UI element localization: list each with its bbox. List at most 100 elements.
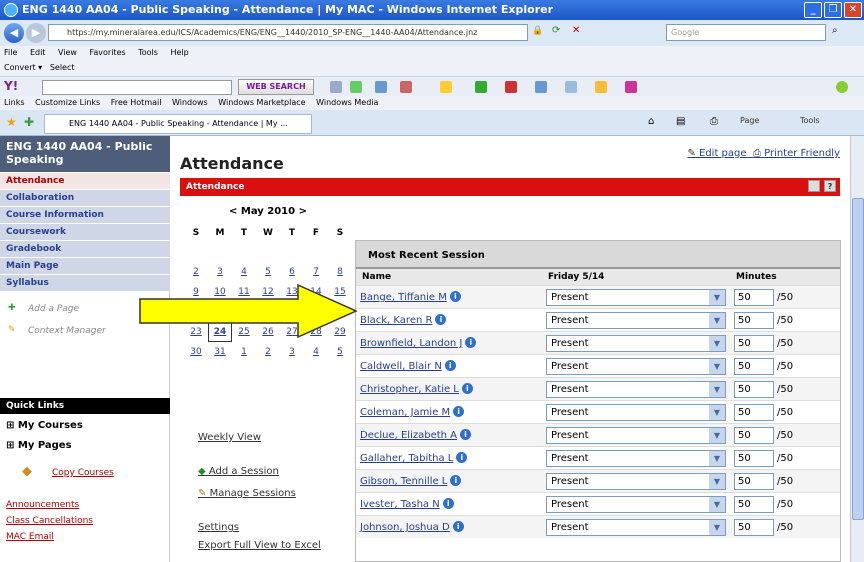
sidebar-item-coursework[interactable]: Coursework <box>0 223 170 240</box>
close-icon[interactable]: ✕ <box>844 2 862 18</box>
menu-help[interactable]: Help <box>170 48 188 57</box>
toolbar-icon[interactable] <box>565 81 577 93</box>
my-courses-item[interactable]: ⊞ My Courses <box>6 420 83 431</box>
toolbar-icon[interactable] <box>400 81 412 93</box>
edit-page-link[interactable]: Edit page <box>699 148 747 159</box>
toolbar-icon[interactable] <box>505 81 517 93</box>
info-icon[interactable]: i <box>465 337 477 348</box>
manage-sessions-link[interactable]: ✎ Manage Sessions <box>198 488 296 499</box>
add-favorite-icon[interactable]: ✚ <box>24 115 34 129</box>
back-arrow-icon[interactable]: ◀ <box>4 23 24 43</box>
convert-button[interactable]: Convert <box>4 63 36 72</box>
favorites-star-icon[interactable]: ★ <box>6 115 17 129</box>
attendance-status-select[interactable]: Present ▼ <box>546 358 726 375</box>
chevron-down-icon[interactable]: ▼ <box>709 336 725 351</box>
info-icon[interactable]: i <box>453 406 465 417</box>
export-excel-link[interactable]: Export Full View to Excel <box>198 540 321 551</box>
minutes-input[interactable]: 50 <box>734 473 774 490</box>
info-icon[interactable]: i <box>452 521 464 532</box>
expand-icon[interactable]: ⊞ <box>6 440 14 451</box>
attendance-status-select[interactable]: Present ▼ <box>546 312 726 329</box>
calendar-day[interactable]: 7 <box>304 262 328 282</box>
web-search-button[interactable]: WEB SEARCH <box>238 79 314 95</box>
minutes-input[interactable]: 50 <box>734 312 774 329</box>
toolbar-icon[interactable] <box>330 81 342 93</box>
student-name-link[interactable]: Christopher, Katie Li <box>360 383 473 395</box>
student-name-link[interactable]: Black, Karen Ri <box>360 314 447 326</box>
home-icon[interactable]: ⌂ <box>648 116 654 127</box>
link-customize[interactable]: Customize Links <box>35 98 100 107</box>
attendance-status-select[interactable]: Present ▼ <box>546 496 726 513</box>
student-name-link[interactable]: Ivester, Tasha Ni <box>360 498 454 510</box>
context-manager-link[interactable]: ✎ Context Manager <box>8 325 106 336</box>
student-name-link[interactable]: Bange, Tiffanie Mi <box>360 291 461 303</box>
calendar-day[interactable]: 2 <box>256 342 280 362</box>
link-windows[interactable]: Windows <box>172 98 208 107</box>
mac-email-link[interactable]: MAC Email <box>6 532 54 542</box>
attendance-status-select[interactable]: Present ▼ <box>546 427 726 444</box>
course-title[interactable]: ENG 1440 AA04 - Public Speaking <box>0 136 170 172</box>
my-pages-item[interactable]: ⊞ My Pages <box>6 440 72 451</box>
help-icon[interactable]: ? <box>824 180 836 192</box>
info-icon[interactable]: i <box>461 383 473 394</box>
link-windows-media[interactable]: Windows Media <box>316 98 378 107</box>
chevron-down-icon[interactable]: ▼ <box>709 382 725 397</box>
copy-courses-link[interactable]: Copy Courses <box>52 468 114 478</box>
menu-tools[interactable]: Tools <box>138 48 158 57</box>
search-input[interactable]: Google <box>666 24 826 41</box>
tools-menu[interactable]: Tools <box>800 116 820 125</box>
link-hotmail[interactable]: Free Hotmail <box>111 98 162 107</box>
toolbar-icon[interactable] <box>836 81 848 93</box>
minimize-icon[interactable]: _ <box>804 2 822 18</box>
minutes-input[interactable]: 50 <box>734 404 774 421</box>
page-menu[interactable]: Page <box>740 116 759 125</box>
calendar-month-nav[interactable]: < May 2010 > <box>184 206 352 224</box>
info-icon[interactable]: i <box>435 314 447 325</box>
class-cancellations-link[interactable]: Class Cancellations <box>6 516 93 526</box>
print-icon[interactable]: ⎙ <box>710 116 718 127</box>
info-icon[interactable]: i <box>442 498 454 509</box>
calendar-day[interactable]: 31 <box>208 342 232 362</box>
browser-tab[interactable]: ENG 1440 AA04 - Public Speaking - Attend… <box>44 114 312 134</box>
sidebar-item-attendance[interactable]: Attendance <box>0 172 170 189</box>
chevron-down-icon[interactable]: ▼ <box>709 451 725 466</box>
announcements-link[interactable]: Announcements <box>6 500 79 510</box>
yahoo-logo-icon[interactable]: Y! <box>4 79 18 93</box>
attendance-status-select[interactable]: Present ▼ <box>546 450 726 467</box>
menu-view[interactable]: View <box>58 48 77 57</box>
sidebar-item-course-information[interactable]: Course Information <box>0 206 170 223</box>
mail-icon[interactable] <box>375 81 387 93</box>
maximize-icon[interactable]: ❐ <box>824 2 842 18</box>
calendar-day[interactable]: 6 <box>280 262 304 282</box>
attendance-status-select[interactable]: Present ▼ <box>546 381 726 398</box>
toolbar-icon[interactable] <box>595 81 607 93</box>
weekly-view-link[interactable]: Weekly View <box>198 432 261 443</box>
calendar-day[interactable]: 4 <box>304 342 328 362</box>
add-page-link[interactable]: ✚ Add a Page <box>8 303 79 314</box>
stop-icon[interactable]: ✕ <box>572 25 580 36</box>
sidebar-item-gradebook[interactable]: Gradebook <box>0 240 170 257</box>
calendar-day[interactable]: 5 <box>256 262 280 282</box>
toolbar-icon[interactable] <box>625 81 637 93</box>
sidebar-item-main-page[interactable]: Main Page <box>0 257 170 274</box>
info-icon[interactable]: i <box>460 429 472 440</box>
chevron-down-icon[interactable]: ▼ <box>709 428 725 443</box>
attendance-status-select[interactable]: Present ▼ <box>546 519 726 536</box>
calendar-day[interactable]: 3 <box>280 342 304 362</box>
chevron-down-icon[interactable]: ▼ <box>709 474 725 489</box>
minutes-input[interactable]: 50 <box>734 450 774 467</box>
menu-file[interactable]: File <box>4 48 17 57</box>
add-session-link[interactable]: ◆ Add a Session <box>198 466 279 477</box>
toolbar-search-input[interactable] <box>42 80 232 95</box>
minutes-input[interactable]: 50 <box>734 289 774 306</box>
chevron-down-icon[interactable]: ▼ <box>709 520 725 535</box>
calendar-day[interactable]: 5 <box>328 342 352 362</box>
sidebar-item-collaboration[interactable]: Collaboration <box>0 189 170 206</box>
chevron-down-icon[interactable]: ▼ <box>709 497 725 512</box>
info-icon[interactable]: i <box>450 475 462 486</box>
menu-favorites[interactable]: Favorites <box>90 48 126 57</box>
student-name-link[interactable]: Declue, Elizabeth Ai <box>360 429 472 441</box>
minutes-input[interactable]: 50 <box>734 335 774 352</box>
toolbar-icon[interactable] <box>475 81 487 93</box>
printer-friendly-link[interactable]: Printer Friendly <box>764 148 840 159</box>
